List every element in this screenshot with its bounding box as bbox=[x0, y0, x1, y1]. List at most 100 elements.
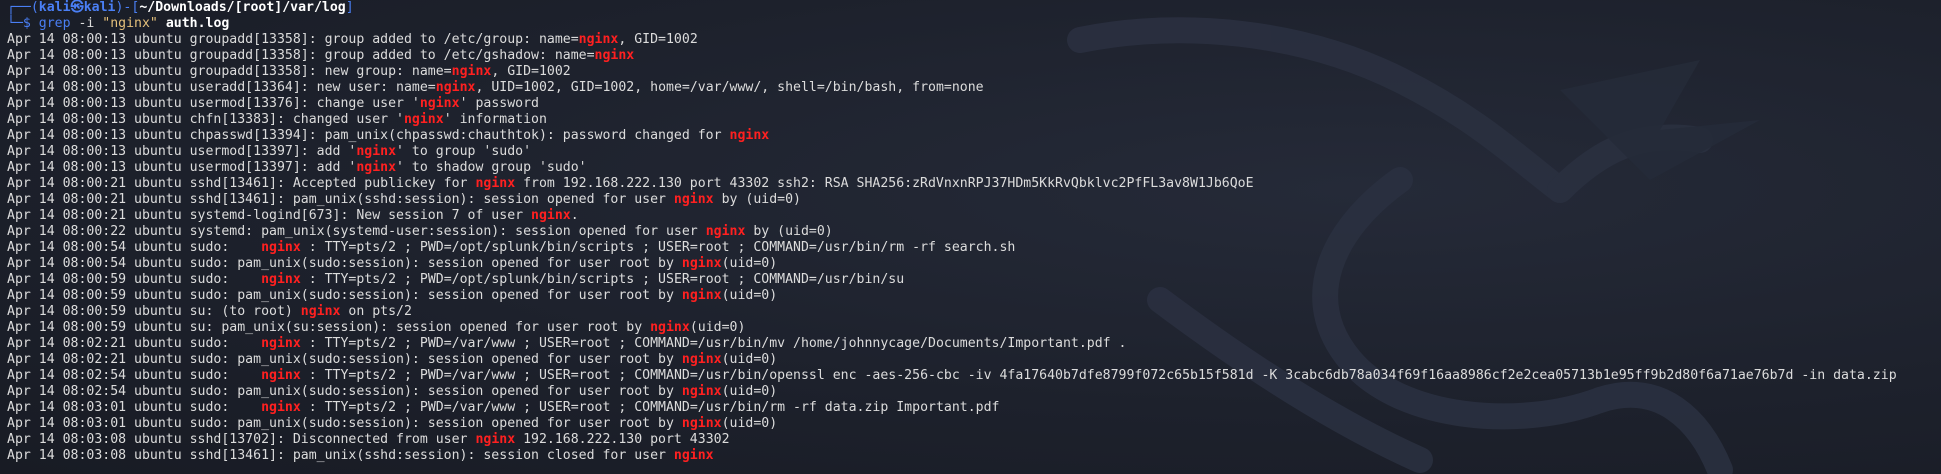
match-highlight: nginx bbox=[475, 432, 516, 447]
log-text: (uid=0) bbox=[721, 288, 778, 303]
log-text: by (uid=0) bbox=[713, 192, 801, 207]
log-line: Apr 14 08:00:13 ubuntu chpasswd[13394]: … bbox=[7, 128, 1941, 144]
match-highlight: nginx bbox=[356, 144, 397, 159]
log-text: Apr 14 08:00:13 ubuntu groupadd[13358]: … bbox=[7, 48, 595, 63]
log-text: Apr 14 08:00:13 ubuntu chpasswd[13394]: … bbox=[7, 128, 730, 143]
terminal-output: ┌──(kali㉿kali)-[~/Downloads/[root]/var/l… bbox=[7, 0, 1941, 464]
match-highlight: nginx bbox=[419, 96, 460, 111]
log-text: Apr 14 08:00:13 ubuntu usermod[13397]: a… bbox=[7, 160, 357, 175]
log-text: Apr 14 08:00:13 ubuntu usermod[13397]: a… bbox=[7, 144, 357, 159]
log-output: Apr 14 08:00:13 ubuntu groupadd[13358]: … bbox=[7, 32, 1941, 464]
match-highlight: nginx bbox=[531, 208, 571, 223]
log-line: Apr 14 08:00:59 ubuntu sudo: pam_unix(su… bbox=[7, 288, 1941, 304]
match-highlight: nginx bbox=[681, 288, 722, 303]
log-line: Apr 14 08:00:22 ubuntu systemd: pam_unix… bbox=[7, 224, 1941, 240]
log-text: Apr 14 08:03:01 ubuntu sudo: bbox=[7, 400, 262, 415]
match-highlight: nginx bbox=[261, 368, 301, 383]
match-highlight: nginx bbox=[475, 176, 516, 191]
prompt-separator: )-[ bbox=[115, 0, 140, 15]
log-line: Apr 14 08:00:59 ubuntu sudo: nginx : TTY… bbox=[7, 272, 1941, 288]
match-highlight: nginx bbox=[261, 272, 301, 287]
match-highlight: nginx bbox=[435, 80, 476, 95]
log-text: Apr 14 08:00:21 ubuntu sshd[13461]: Acce… bbox=[7, 176, 476, 191]
log-line: Apr 14 08:00:21 ubuntu sshd[13461]: pam_… bbox=[7, 192, 1941, 208]
log-text: Apr 14 08:00:59 ubuntu su: (to root) bbox=[7, 304, 301, 319]
log-text: (uid=0) bbox=[689, 320, 746, 335]
log-text: Apr 14 08:00:13 ubuntu groupadd[13358]: … bbox=[7, 64, 452, 79]
log-line: Apr 14 08:00:13 ubuntu groupadd[13358]: … bbox=[7, 48, 1941, 64]
log-line: Apr 14 08:03:01 ubuntu sudo: nginx : TTY… bbox=[7, 400, 1941, 416]
log-text: Apr 14 08:03:01 ubuntu sudo: pam_unix(su… bbox=[7, 416, 682, 431]
log-line: Apr 14 08:00:21 ubuntu sshd[13461]: Acce… bbox=[7, 176, 1941, 192]
log-text: Apr 14 08:00:13 ubuntu usermod[13376]: c… bbox=[7, 96, 420, 111]
prompt-path: ~/Downloads/[root]/var/log bbox=[139, 0, 346, 15]
match-highlight: nginx bbox=[403, 112, 444, 127]
log-text: Apr 14 08:00:13 ubuntu groupadd[13358]: … bbox=[7, 32, 579, 47]
log-line: Apr 14 08:03:01 ubuntu sudo: pam_unix(su… bbox=[7, 416, 1941, 432]
log-text: , GID=1002 bbox=[618, 32, 698, 47]
log-line: Apr 14 08:03:08 ubuntu sshd[13461]: pam_… bbox=[7, 448, 1941, 464]
log-line: Apr 14 08:00:21 ubuntu systemd-logind[67… bbox=[7, 208, 1941, 224]
match-highlight: nginx bbox=[578, 32, 619, 47]
log-line: Apr 14 08:00:13 ubuntu groupadd[13358]: … bbox=[7, 64, 1941, 80]
match-highlight: nginx bbox=[729, 128, 770, 143]
log-text: Apr 14 08:02:21 ubuntu sudo: pam_unix(su… bbox=[7, 352, 682, 367]
log-line: Apr 14 08:00:54 ubuntu sudo: nginx : TTY… bbox=[7, 240, 1941, 256]
log-text: (uid=0) bbox=[721, 256, 778, 271]
log-text: , UID=1002, GID=1002, home=/var/www/, sh… bbox=[475, 80, 984, 95]
log-line: Apr 14 08:03:08 ubuntu sshd[13702]: Disc… bbox=[7, 432, 1941, 448]
log-text: by (uid=0) bbox=[745, 224, 833, 239]
match-highlight: nginx bbox=[681, 256, 722, 271]
log-line: Apr 14 08:00:59 ubuntu su: (to root) ngi… bbox=[7, 304, 1941, 320]
log-text: Apr 14 08:03:08 ubuntu sshd[13461]: pam_… bbox=[7, 448, 674, 463]
log-text: Apr 14 08:00:59 ubuntu sudo: bbox=[7, 272, 262, 287]
log-text: Apr 14 08:00:54 ubuntu sudo: pam_unix(su… bbox=[7, 256, 682, 271]
log-line: Apr 14 08:00:13 ubuntu usermod[13397]: a… bbox=[7, 160, 1941, 176]
match-highlight: nginx bbox=[705, 224, 746, 239]
command-file: auth.log bbox=[157, 16, 230, 31]
prompt-prefix: ┌──( bbox=[7, 0, 39, 15]
log-line: Apr 14 08:00:59 ubuntu su: pam_unix(su:s… bbox=[7, 320, 1941, 336]
log-text: Apr 14 08:00:59 ubuntu sudo: pam_unix(su… bbox=[7, 288, 682, 303]
log-text: : TTY=pts/2 ; PWD=/opt/splunk/bin/script… bbox=[300, 272, 905, 287]
match-highlight: nginx bbox=[681, 352, 722, 367]
prompt-line-2[interactable]: └─$ grep -i "nginx" auth.log bbox=[7, 16, 1941, 32]
prompt-line-1: ┌──(kali㉿kali)-[~/Downloads/[root]/var/l… bbox=[7, 0, 1941, 16]
log-text: 192.168.222.130 port 43302 bbox=[515, 432, 730, 447]
log-text: : TTY=pts/2 ; PWD=/opt/splunk/bin/script… bbox=[300, 240, 1016, 255]
command-pattern: "nginx" bbox=[102, 16, 158, 31]
match-highlight: nginx bbox=[681, 384, 722, 399]
log-line: Apr 14 08:00:13 ubuntu groupadd[13358]: … bbox=[7, 32, 1941, 48]
log-text: (uid=0) bbox=[721, 384, 778, 399]
log-text: Apr 14 08:00:59 ubuntu su: pam_unix(su:s… bbox=[7, 320, 651, 335]
log-text: Apr 14 08:00:22 ubuntu systemd: pam_unix… bbox=[7, 224, 706, 239]
log-text: ' to shadow group 'sudo' bbox=[396, 160, 587, 175]
log-text: : TTY=pts/2 ; PWD=/var/www ; USER=root ;… bbox=[300, 336, 1127, 351]
prompt-suffix: ] bbox=[345, 0, 354, 15]
log-line: Apr 14 08:00:13 ubuntu usermod[13397]: a… bbox=[7, 144, 1941, 160]
log-line: Apr 14 08:00:13 ubuntu chfn[13383]: chan… bbox=[7, 112, 1941, 128]
match-highlight: nginx bbox=[681, 416, 722, 431]
log-line: Apr 14 08:02:21 ubuntu sudo: nginx : TTY… bbox=[7, 336, 1941, 352]
match-highlight: nginx bbox=[300, 304, 341, 319]
log-text: ' information bbox=[443, 112, 547, 127]
log-text: . bbox=[570, 208, 579, 223]
match-highlight: nginx bbox=[261, 336, 301, 351]
terminal-window[interactable]: ┌──(kali㉿kali)-[~/Downloads/[root]/var/l… bbox=[0, 0, 1941, 474]
match-highlight: nginx bbox=[673, 448, 714, 463]
prompt-line2-prefix: └─$ bbox=[7, 16, 39, 31]
match-highlight: nginx bbox=[261, 400, 301, 415]
log-text: from 192.168.222.130 port 43302 ssh2: RS… bbox=[515, 176, 1254, 191]
log-text: Apr 14 08:00:13 ubuntu useradd[13364]: n… bbox=[7, 80, 436, 95]
match-highlight: nginx bbox=[356, 160, 397, 175]
match-highlight: nginx bbox=[451, 64, 492, 79]
log-text: Apr 14 08:00:54 ubuntu sudo: bbox=[7, 240, 262, 255]
log-text: Apr 14 08:00:13 ubuntu chfn[13383]: chan… bbox=[7, 112, 404, 127]
command-name: grep bbox=[38, 16, 71, 31]
command-flag: -i bbox=[70, 16, 103, 31]
log-text: : TTY=pts/2 ; PWD=/var/www ; USER=root ;… bbox=[300, 368, 1897, 383]
log-line: Apr 14 08:02:54 ubuntu sudo: nginx : TTY… bbox=[7, 368, 1941, 384]
log-text: Apr 14 08:02:21 ubuntu sudo: bbox=[7, 336, 262, 351]
log-text: Apr 14 08:00:21 ubuntu systemd-logind[67… bbox=[7, 208, 532, 223]
log-text: Apr 14 08:02:54 ubuntu sudo: pam_unix(su… bbox=[7, 384, 682, 399]
